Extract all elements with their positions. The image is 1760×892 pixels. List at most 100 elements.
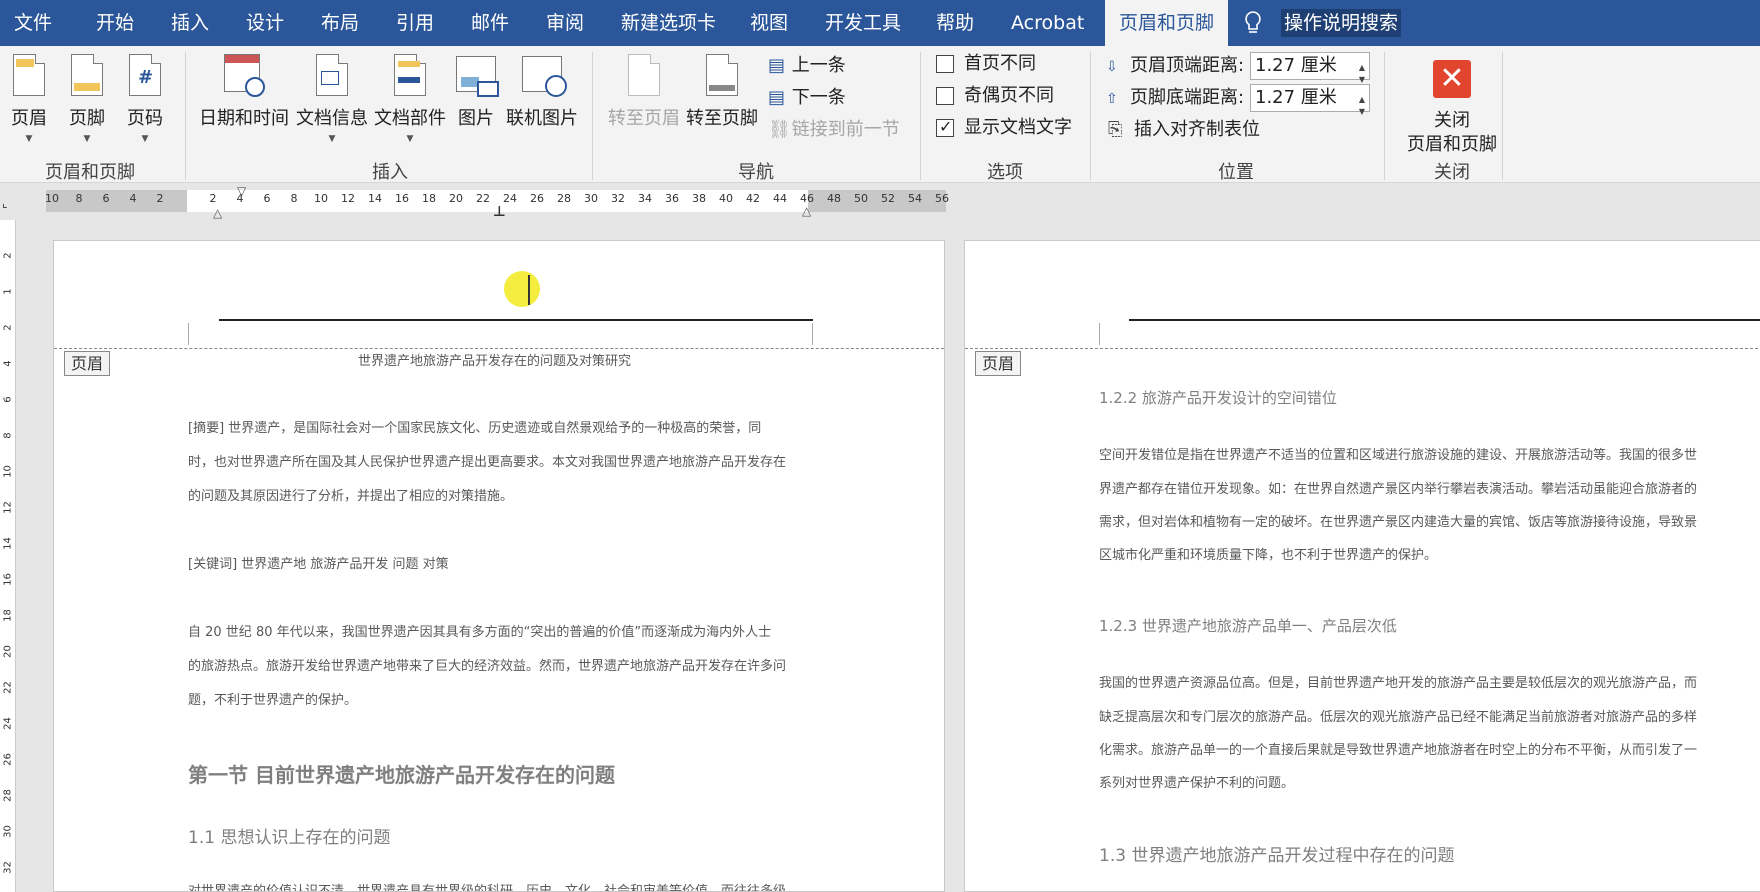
vertical-ruler[interactable]: 2 1 2 4 6 8 10 12 14 16 18 20 22 24 26 28 30 32 (0, 220, 16, 892)
header-top-distance-input[interactable]: 1.27 厘米 ▲ ▼ (1250, 52, 1370, 84)
vertical-ruler-tick: 28 (2, 789, 14, 802)
globe-icon (522, 56, 567, 97)
ruler-tick: 42 (746, 192, 760, 205)
tab-mailings[interactable]: 邮件 (471, 0, 509, 46)
header-border-line (219, 319, 813, 321)
tab-acrobat[interactable]: Acrobat (1011, 0, 1084, 46)
intro-line: 题，不利于世界遗产的保护。 (188, 693, 358, 708)
footer-bottom-value: 1.27 厘米 (1255, 87, 1337, 108)
tab-insert[interactable]: 插入 (171, 0, 209, 46)
goto-footer-label: 转至页脚 (686, 108, 758, 129)
insert-align-tab-label: 插入对齐制表位 (1134, 119, 1260, 140)
link-previous-button[interactable]: ⛓ 链接到前一节 (768, 116, 900, 144)
divider (920, 52, 921, 180)
show-doc-text-label[interactable]: 显示文档文字 (964, 114, 1072, 142)
ruler-tick: 8 (75, 192, 83, 205)
chevron-down-icon: ▼ (328, 134, 336, 144)
previous-icon: ▤ (768, 55, 786, 76)
tab-home[interactable]: 开始 (96, 0, 134, 46)
header-boundary (965, 348, 1760, 349)
margin-corner-mark (188, 323, 189, 345)
vertical-ruler-tick: 30 (2, 825, 14, 838)
goto-header-label: 转至页眉 (608, 108, 680, 129)
different-first-label[interactable]: 首页不同 (964, 50, 1036, 78)
margin-corner-mark (812, 323, 813, 345)
ruler-tick: 14 (368, 192, 382, 205)
ruler-tick: 38 (692, 192, 706, 205)
doc-parts-icon (394, 54, 426, 96)
body-line: 化需求。旅游产品单一的一个直接后果就是导致世界遗产地旅游者在时空上的分布不平衡，… (1099, 743, 1698, 758)
vertical-ruler-tick: 20 (2, 645, 14, 658)
picture-icon (456, 56, 499, 97)
header-position-icon: ⇩ (1106, 59, 1118, 75)
intro-line: 自 20 世纪 80 年代以来，我国世界遗产因其具有多方面的“突出的普遍的价值”… (188, 625, 772, 640)
ruler-tick: 6 (263, 192, 271, 205)
horizontal-ruler[interactable]: ⌞ 10 8 6 4 2 2 4 6 8 10 12 14 16 18 20 22 24 26 28 30 32 34 36… (0, 184, 1760, 220)
margin-corner-mark (1099, 323, 1100, 345)
document-page-1[interactable]: 页眉 世界遗产地旅游产品开发存在的问题及对策研究 [摘要] 世界遗产，是国际社会… (53, 240, 945, 892)
close-icon: ✕ (1433, 60, 1471, 98)
tab-file[interactable]: 文件 (14, 0, 52, 46)
tab-design[interactable]: 设计 (246, 0, 284, 46)
tab-view[interactable]: 视图 (750, 0, 788, 46)
header-top-distance-label: ⇩ 页眉顶端距离: (1106, 52, 1244, 80)
vertical-ruler-tick: 16 (2, 573, 14, 586)
ruler-tick: 22 (476, 192, 490, 205)
tab-references[interactable]: 引用 (396, 0, 434, 46)
different-first-checkbox[interactable] (936, 55, 954, 73)
section-heading: 第一节 目前世界遗产地旅游产品开发存在的问题 (188, 763, 615, 787)
ruler-tick: 56 (935, 192, 949, 205)
group-label-options: 选项 (987, 162, 1023, 183)
footer-label: 页脚 (69, 108, 105, 129)
next-icon: ▤ (768, 87, 786, 108)
chevron-down-icon: ▼ (25, 134, 33, 144)
ruler-tick: 2 (209, 192, 217, 205)
previous-button[interactable]: ▤ 上一条 (768, 52, 846, 80)
ruler-tick: 52 (881, 192, 895, 205)
ruler-tick: 36 (665, 192, 679, 205)
vertical-ruler-tick: 22 (2, 681, 14, 694)
tab-help[interactable]: 帮助 (936, 0, 974, 46)
tab-layout[interactable]: 布局 (321, 0, 359, 46)
tab-selector-icon[interactable]: ⌞ (2, 196, 8, 210)
heading-1-2-3: 1.2.3 世界遗产地旅游产品单一、产品层次低 (1099, 617, 1397, 635)
tab-review[interactable]: 审阅 (546, 0, 584, 46)
spin-down-icon[interactable]: ▼ (1359, 99, 1365, 125)
group-label-position: 位置 (1218, 162, 1254, 183)
odd-even-label[interactable]: 奇偶页不同 (964, 82, 1054, 110)
first-line-indent-marker[interactable]: ▽ (237, 184, 246, 198)
doc-parts-label: 文档部件 (374, 108, 446, 129)
chevron-down-icon: ▼ (141, 134, 149, 144)
right-indent-marker[interactable]: △ (802, 204, 811, 218)
show-doc-text-checkbox[interactable] (936, 117, 954, 137)
center-tab-marker[interactable]: ⊥ (493, 204, 506, 220)
ruler-tick: 50 (854, 192, 868, 205)
text-cursor-icon (528, 275, 530, 305)
body-line: 界遗产都存在错位开发现象。如：在世界自然遗产景区内举行攀岩表演活动。攀岩活动虽能… (1099, 482, 1698, 497)
vertical-ruler-tick: 8 (2, 432, 14, 439)
vertical-ruler-tick: 10 (2, 465, 14, 478)
tab-new[interactable]: 新建选项卡 (621, 0, 716, 46)
body-line: 我国的世界遗产资源品位高。但是，目前世界遗产地开发的旅游产品主要是较低层次的观光… (1099, 676, 1698, 691)
ribbon: 页眉 ▼ 页脚 ▼ # 页码 ▼ 页眉和页脚 日期和时间 文档信息 ▼ 文档部件… (0, 46, 1760, 183)
calendar-icon (224, 54, 265, 97)
insert-align-tab-button[interactable]: ⎘ 插入对齐制表位 (1108, 116, 1260, 144)
vertical-ruler-tick: 12 (2, 501, 14, 514)
header-label: 页眉 (11, 108, 47, 129)
ruler-tick: 40 (719, 192, 733, 205)
divider (1090, 52, 1091, 180)
ruler-tick: 32 (611, 192, 625, 205)
tab-developer[interactable]: 开发工具 (825, 0, 901, 46)
odd-even-checkbox[interactable] (936, 87, 954, 105)
tab-header-footer[interactable]: 页眉和页脚 (1105, 0, 1229, 46)
footer-bottom-distance-input[interactable]: 1.27 厘米 ▲ ▼ (1250, 84, 1370, 116)
next-button[interactable]: ▤ 下一条 (768, 84, 846, 112)
heading-1-3: 1.3 世界遗产地旅游产品开发过程中存在的问题 (1099, 846, 1455, 866)
body-line-cut: 对世界遗产的价值认识不清，世界遗产具有世界级的科研、历史、文化、社会和审美等价值… (188, 884, 787, 892)
goto-footer-icon (706, 54, 738, 96)
chevron-down-icon: ▼ (83, 134, 91, 144)
document-page-2[interactable]: 页眉 1.2.2 旅游产品开发设计的空间错位 空间开发错位是指在世界遗产不适当的… (964, 240, 1760, 892)
tell-me-label: 操作说明搜索 (1281, 9, 1402, 37)
close-label-line1: 关闭 (1434, 110, 1470, 131)
hanging-indent-marker[interactable]: △ (213, 206, 222, 220)
